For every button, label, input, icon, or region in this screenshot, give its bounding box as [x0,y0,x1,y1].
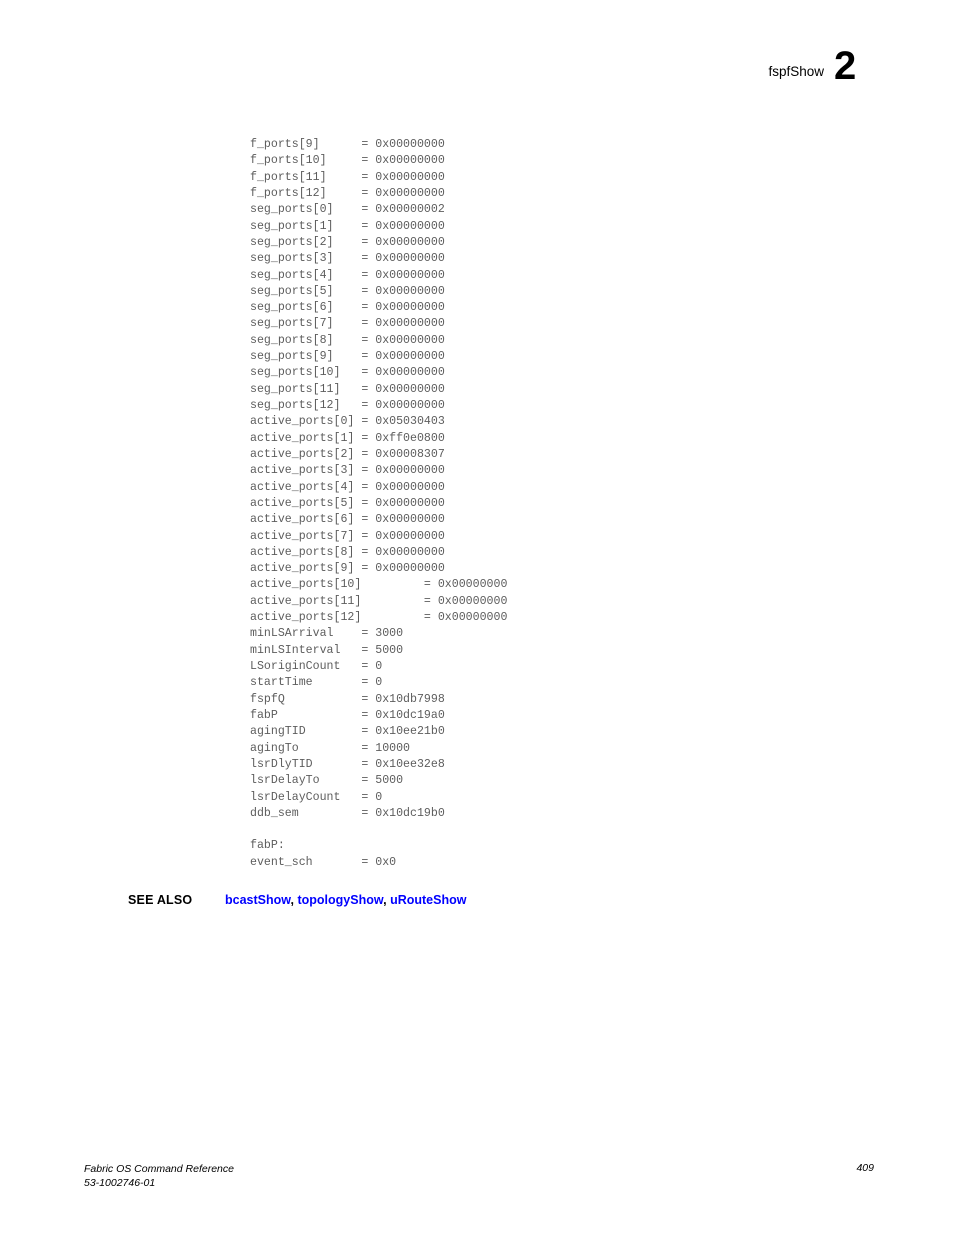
page-footer: Fabric OS Command Reference 53-1002746-0… [84,1162,874,1202]
see-also-link-bcastshow[interactable]: bcastShow [225,893,291,907]
code-line: active_ports[9] = 0x00000000 [250,562,445,576]
code-line: seg_ports[9] = 0x00000000 [250,350,445,364]
see-also-label: SEE ALSO [128,893,193,907]
command-output-block: f_ports[9] = 0x00000000 f_ports[10] = 0x0… [250,137,507,871]
footer-publication-info: Fabric OS Command Reference 53-1002746-0… [84,1162,234,1190]
code-line: startTime = 0 [250,676,383,690]
page-header: fspfShow 2 [0,46,954,104]
code-line: agingTID = 0x10ee21b0 [250,725,445,739]
footer-page-number: 409 [856,1162,874,1174]
code-line: active_ports[8] = 0x00000000 [250,545,445,559]
code-line: f_ports[12] = 0x00000000 [250,186,445,200]
code-line: seg_ports[0] = 0x00000002 [250,203,445,217]
code-line: seg_ports[7] = 0x00000000 [250,317,445,331]
footer-title: Fabric OS Command Reference [84,1163,234,1175]
code-line: lsrDlyTID = 0x10ee32e8 [250,757,445,771]
code-line: active_ports[3] = 0x00000000 [250,464,445,478]
code-line: minLSArrival = 3000 [250,627,404,641]
see-also-link-urouteshow[interactable]: uRouteShow [390,893,466,907]
code-line: agingTo = 10000 [250,741,411,755]
code-line: seg_ports[4] = 0x00000000 [250,268,445,282]
code-line: f_ports[10] = 0x00000000 [250,154,445,168]
code-line: event_sch = 0x0 [250,855,397,869]
code-line: seg_ports[3] = 0x00000000 [250,252,445,266]
code-line: fspfQ = 0x10db7998 [250,692,445,706]
code-line: active_ports[10] = 0x00000000 [250,578,508,592]
code-line: minLSInterval = 5000 [250,643,404,657]
code-line: seg_ports[10] = 0x00000000 [250,366,445,380]
document-page: fspfShow 2 f_ports[9] = 0x00000000 f_port… [0,0,954,1235]
see-also-link-topologyshow[interactable]: topologyShow [297,893,383,907]
code-line: active_ports[7] = 0x00000000 [250,529,445,543]
code-line: active_ports[4] = 0x00000000 [250,480,445,494]
code-line: lsrDelayTo = 5000 [250,774,404,788]
footer-doc-number: 53-1002746-01 [84,1177,156,1189]
code-line: seg_ports[6] = 0x00000000 [250,301,445,315]
code-line: active_ports[11] = 0x00000000 [250,594,508,608]
code-line: fabP: [250,839,285,853]
code-line: active_ports[2] = 0x00008307 [250,447,445,461]
code-line: ddb_sem = 0x10dc19b0 [250,806,445,820]
code-line: fabP = 0x10dc19a0 [250,708,445,722]
see-also-section: SEE ALSO bcastShow, topologyShow, uRoute… [128,893,888,913]
code-line: f_ports[9] = 0x00000000 [250,138,445,151]
code-line: LSoriginCount = 0 [250,660,383,673]
code-line: f_ports[11] = 0x00000000 [250,170,445,184]
code-line: seg_ports[11] = 0x00000000 [250,382,445,396]
code-line: seg_ports[1] = 0x00000000 [250,219,445,233]
code-line: seg_ports[5] = 0x00000000 [250,284,445,298]
code-line: active_ports[6] = 0x00000000 [250,513,445,527]
header-command-name: fspfShow [768,64,824,79]
header-chapter-number: 2 [834,44,857,88]
see-also-link-list: bcastShow, topologyShow, uRouteShow [225,893,466,907]
code-line: active_ports[12] = 0x00000000 [250,611,508,625]
code-line: lsrDelayCount = 0 [250,790,383,804]
code-line: seg_ports[2] = 0x00000000 [250,235,445,249]
code-line: seg_ports[8] = 0x00000000 [250,333,445,347]
code-line: active_ports[1] = 0xff0e0800 [250,431,445,445]
code-line: seg_ports[12] = 0x00000000 [250,399,445,412]
code-line: active_ports[5] = 0x00000000 [250,496,445,510]
code-line: active_ports[0] = 0x05030403 [250,415,445,429]
